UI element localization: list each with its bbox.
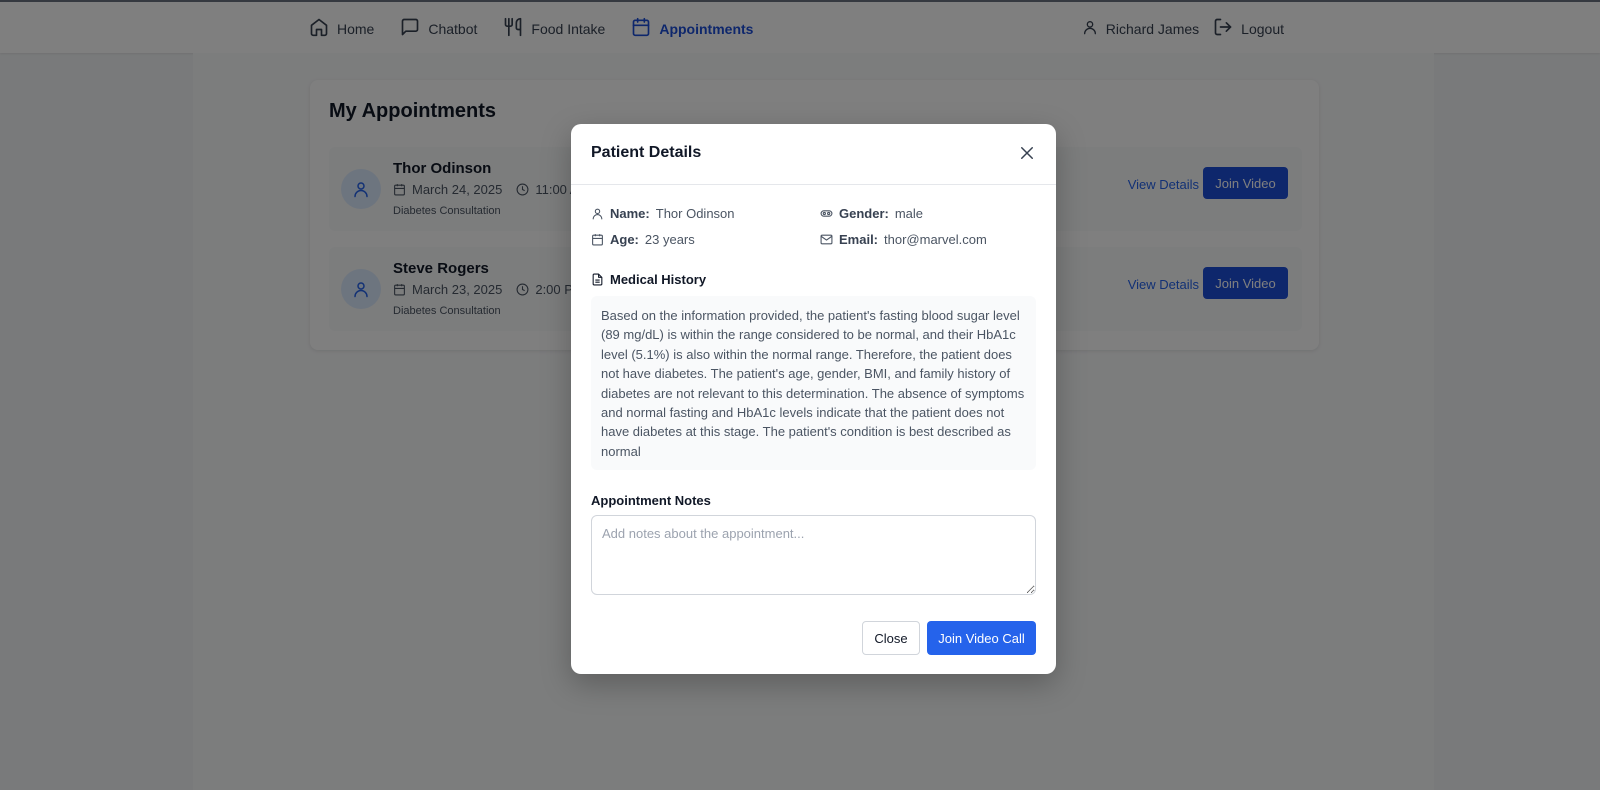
close-icon[interactable] xyxy=(1018,144,1036,162)
email-label: Email: xyxy=(839,232,879,247)
patient-email-field: Email: thor@marvel.com xyxy=(820,232,987,247)
patient-name-field: Name: Thor Odinson xyxy=(591,206,735,221)
gender-icon xyxy=(820,210,833,217)
email-value: thor@marvel.com xyxy=(884,232,987,247)
gender-value: male xyxy=(894,206,924,221)
close-button[interactable]: Close xyxy=(862,621,920,655)
mail-icon xyxy=(820,234,833,245)
patient-info: Name: Thor Odinson Gender: male Age: 23 … xyxy=(591,206,1036,256)
age-label: Age: xyxy=(610,232,639,247)
age-value: 23 years xyxy=(644,232,695,247)
medical-history-heading: Medical History xyxy=(591,272,706,287)
patient-age-field: Age: 23 years xyxy=(591,232,695,247)
document-icon xyxy=(592,273,603,286)
patient-gender-field: Gender: male xyxy=(820,206,923,221)
calendar-icon xyxy=(592,234,603,246)
appointment-notes-label: Appointment Notes xyxy=(591,493,711,508)
modal-header: Patient Details xyxy=(571,124,1056,185)
join-video-call-button[interactable]: Join Video Call xyxy=(927,621,1036,655)
medical-history-title: Medical History xyxy=(610,272,707,287)
appointment-notes-input[interactable] xyxy=(591,515,1036,595)
modal-title: Patient Details xyxy=(591,144,702,161)
patient-details-modal: Patient Details Name: Thor Odinson Gende… xyxy=(571,124,1056,674)
medical-history-text: Based on the information provided, the p… xyxy=(591,296,1036,470)
name-value: Thor Odinson xyxy=(655,206,735,221)
gender-label: Gender: xyxy=(839,206,889,221)
name-label: Name: xyxy=(610,206,650,221)
user-icon xyxy=(592,208,603,220)
